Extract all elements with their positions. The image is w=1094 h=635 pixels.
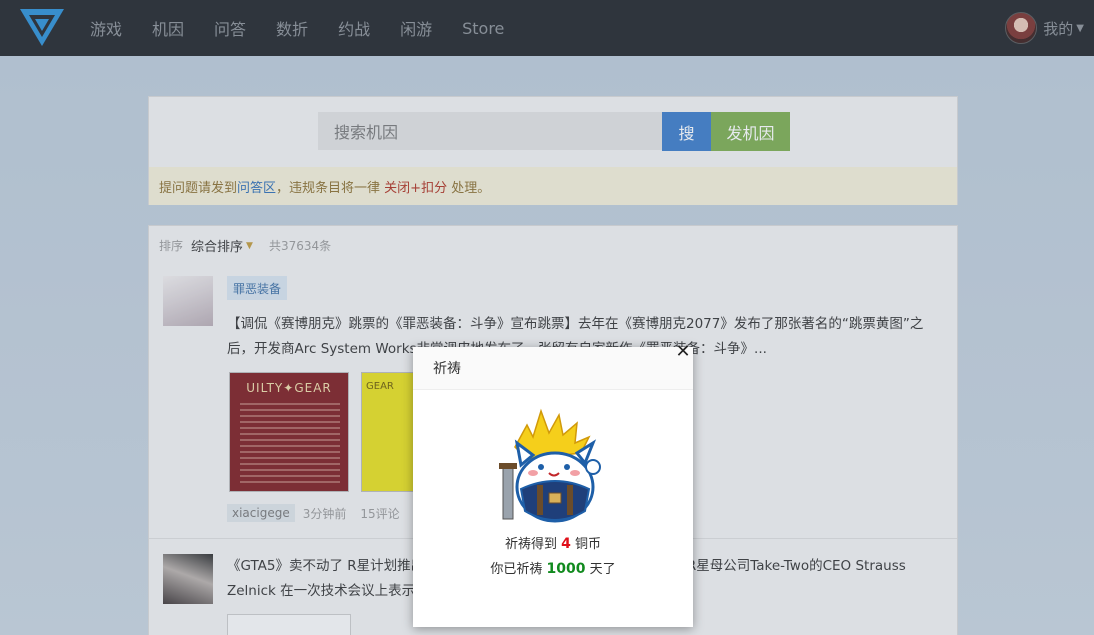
pray-dialog: 祈祷 ✕ 祈祷得到 4 铜币 你已祈祷 1000 天了 — [413, 343, 693, 627]
reward-prefix: 祈祷得到 — [504, 537, 562, 552]
days-prefix: 你已祈祷 — [490, 562, 547, 577]
pray-days-text: 你已祈祷 1000 天了 — [413, 558, 693, 577]
reward-coins: 4 — [561, 536, 571, 552]
pray-reward-text: 祈祷得到 4 铜币 — [413, 533, 693, 552]
pray-days: 1000 — [546, 561, 586, 577]
days-suffix: 天了 — [585, 562, 616, 577]
dialog-title: 祈祷 — [413, 347, 693, 390]
mascot-cloud-icon — [499, 408, 601, 523]
reward-suffix: 铜币 — [570, 537, 602, 552]
close-icon[interactable]: ✕ — [674, 343, 692, 361]
